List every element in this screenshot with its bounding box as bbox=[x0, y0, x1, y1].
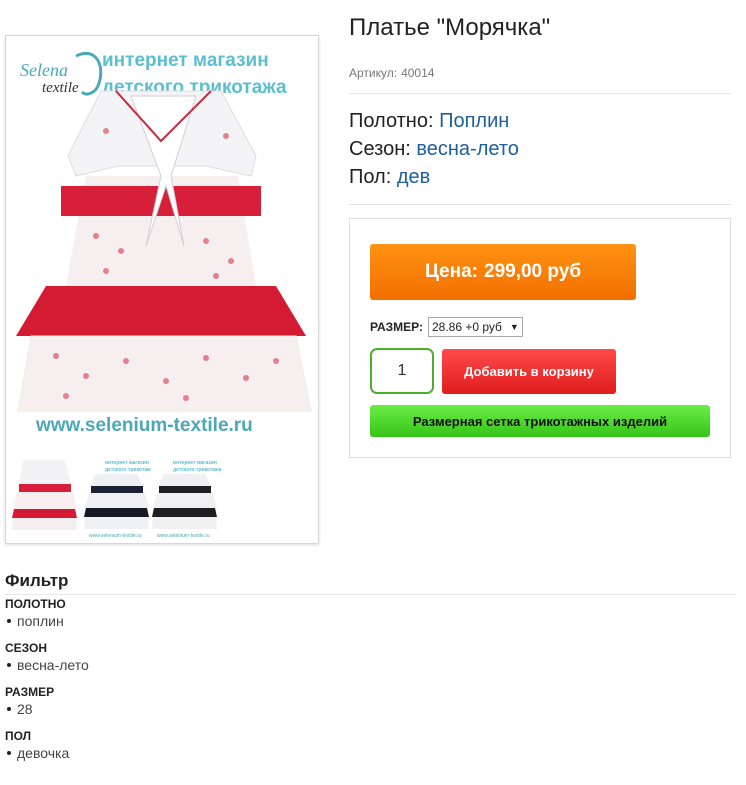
site-url: www.selenium-textile.ru bbox=[35, 415, 253, 436]
quantity-input[interactable]: 1 bbox=[370, 348, 434, 394]
svg-text:интернет магазин: интернет магазин bbox=[105, 460, 149, 466]
filter-title: Фильтр bbox=[5, 571, 69, 590]
attribute-label: Сезон: bbox=[349, 138, 411, 160]
size-select[interactable]: 28.86 +0 руб ▼ bbox=[427, 317, 523, 337]
size-row: РАЗМЕР: 28.86 +0 руб ▼ bbox=[370, 317, 523, 337]
svg-text:textile: textile bbox=[42, 80, 79, 96]
filter-group-heading: РАЗМЕР bbox=[5, 685, 55, 699]
filter-group-fabric: ПОЛОТНО поплин bbox=[5, 597, 305, 630]
sku: Артикул: 40014 bbox=[349, 66, 434, 80]
thumbnail-black[interactable]: интернет магазин детского трикотажа www.… bbox=[151, 454, 222, 539]
product-main-photo[interactable]: Selena textile интернет магазин детского… bbox=[6, 36, 318, 446]
svg-text:детского трикотажа: детского трикотажа bbox=[105, 467, 154, 473]
price-value: 299,00 руб bbox=[484, 261, 582, 282]
attribute-value[interactable]: дев bbox=[397, 166, 430, 188]
attribute-fabric: Полотно: Поплин bbox=[349, 110, 509, 133]
product-image-card[interactable]: Selena textile интернет магазин детского… bbox=[5, 35, 319, 544]
filter-group-heading: ПОЛОТНО bbox=[5, 597, 66, 611]
svg-text:Selena: Selena bbox=[20, 60, 68, 80]
svg-text:детского трикотажа: детского трикотажа bbox=[173, 467, 222, 473]
attribute-gender: Пол: дев bbox=[349, 166, 430, 189]
sku-value: 40014 bbox=[401, 66, 435, 80]
attribute-label: Полотно: bbox=[349, 110, 434, 132]
divider bbox=[5, 594, 736, 595]
svg-text:интернет магазин: интернет магазин bbox=[173, 460, 217, 466]
add-to-cart-button[interactable]: Добавить в корзину bbox=[442, 349, 616, 394]
filter-group-heading: ПОЛ bbox=[5, 729, 32, 743]
filter-item[interactable]: поплин bbox=[5, 612, 305, 630]
bullet-icon bbox=[7, 662, 11, 667]
filter-group-gender: ПОЛ девочка bbox=[5, 729, 305, 762]
divider bbox=[349, 93, 731, 94]
product-thumbnails: интернет магазин детского трикотажа www.… bbox=[11, 454, 222, 539]
filter-item[interactable]: весна-лето bbox=[5, 656, 305, 674]
price-label: Цена: bbox=[424, 261, 478, 282]
price-button[interactable]: Цена: 299,00 руб bbox=[370, 244, 636, 300]
sku-label: Артикул: bbox=[349, 66, 398, 80]
buy-box: Цена: 299,00 руб РАЗМЕР: 28.86 +0 руб ▼ … bbox=[349, 218, 731, 458]
thumbnail-red[interactable] bbox=[11, 454, 77, 539]
divider bbox=[349, 204, 731, 205]
filter-item[interactable]: девочка bbox=[5, 744, 305, 762]
dropdown-arrow-icon: ▼ bbox=[509, 322, 519, 332]
svg-text:www.selenium-textile.ru: www.selenium-textile.ru bbox=[157, 533, 210, 539]
attribute-label: Пол: bbox=[349, 166, 392, 188]
banner-line-1: интернет магазин bbox=[102, 50, 269, 71]
attribute-season: Сезон: весна-лето bbox=[349, 138, 519, 161]
size-chart-button[interactable]: Размерная сетка трикотажных изделий bbox=[370, 405, 710, 437]
size-label: РАЗМЕР: bbox=[370, 320, 423, 334]
bullet-icon bbox=[7, 618, 11, 623]
attribute-value[interactable]: Поплин bbox=[439, 110, 509, 132]
svg-text:www.selenium-textile.ru: www.selenium-textile.ru bbox=[89, 533, 142, 539]
filter-group-heading: СЕЗОН bbox=[5, 641, 48, 655]
filter-group-season: СЕЗОН весна-лето bbox=[5, 641, 305, 674]
attribute-value[interactable]: весна-лето bbox=[416, 138, 519, 160]
filter-item[interactable]: 28 bbox=[5, 700, 305, 718]
filter-group-size: РАЗМЕР 28 bbox=[5, 685, 305, 718]
bullet-icon bbox=[7, 750, 11, 755]
product-title: Платье "Морячка" bbox=[349, 14, 551, 41]
bullet-icon bbox=[7, 706, 11, 711]
thumbnail-navy[interactable]: интернет магазин детского трикотажа www.… bbox=[83, 454, 154, 539]
size-selected-value: 28.86 +0 руб bbox=[431, 320, 502, 334]
